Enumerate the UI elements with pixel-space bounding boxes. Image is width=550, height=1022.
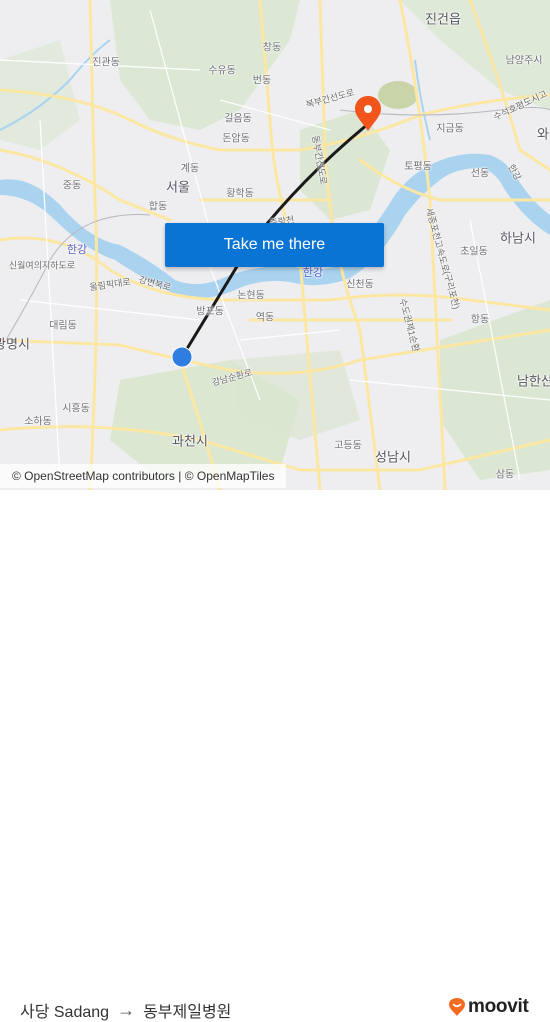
place-label: 황학동 xyxy=(226,188,254,200)
place-label: 방포동 xyxy=(196,306,224,318)
footer: 사당 Sadang → 동부제일병원 moovit xyxy=(0,490,550,1021)
place-label: 진건읍 xyxy=(425,11,461,27)
attribution-text: © OpenStreetMap contributors | © OpenMap… xyxy=(12,469,275,483)
place-label: 계동 xyxy=(180,163,200,175)
take-me-there-button[interactable]: Take me there xyxy=(165,223,384,267)
moovit-pin-icon xyxy=(449,998,465,1016)
place-label: 항동 xyxy=(470,314,490,326)
place-label: 번동 xyxy=(252,75,272,87)
place-label: 논현동 xyxy=(237,290,265,302)
park-area xyxy=(110,0,300,130)
place-label: 초일동 xyxy=(460,246,488,258)
place-label: 합동 xyxy=(148,201,168,213)
map-view[interactable]: 진건읍진관동 창동수유동번동 남양주시길음동돈암동 지금동계동서울황학동 중동합동 토평동… xyxy=(0,0,550,490)
place-label: 중동 xyxy=(62,180,82,192)
place-label: 선동 xyxy=(470,168,490,180)
place-label: 지금동 xyxy=(436,123,464,135)
destination-name: 동부제일병원 xyxy=(143,1004,232,1021)
place-label: 역동 xyxy=(255,312,275,324)
place-label: 돈암동 xyxy=(222,133,250,145)
brand-name: moovit xyxy=(468,996,529,1017)
place-label: 남양주시 xyxy=(505,55,543,67)
place-label: 수유동 xyxy=(208,65,236,77)
place-label: 토평동 xyxy=(404,161,432,173)
place-label: 신천동 xyxy=(346,279,374,291)
place-label: 길음동 xyxy=(224,113,252,125)
place-label: 과천시 xyxy=(172,433,208,449)
place-label: 성남시 xyxy=(375,449,411,465)
place-label: 와 xyxy=(537,126,549,142)
origin-name: 사당 Sadang xyxy=(20,1004,110,1021)
place-label: 하남시 xyxy=(500,230,536,246)
place-label: 창동 xyxy=(262,42,282,54)
moovit-logo[interactable]: moovit xyxy=(448,996,529,1018)
place-label: 남한산 xyxy=(517,373,550,389)
place-label: 대림동 xyxy=(49,320,77,332)
arrow-right-icon: → xyxy=(117,999,136,1020)
place-label: 시흥동 xyxy=(62,403,90,415)
park-area xyxy=(378,81,418,109)
place-label: 한강 xyxy=(66,244,88,256)
place-label: 진관동 xyxy=(92,57,120,69)
map-attribution[interactable]: © OpenStreetMap contributors | © OpenMap… xyxy=(0,464,287,488)
place-label: 서울 xyxy=(166,179,190,195)
place-label: 광명시 xyxy=(0,336,30,352)
place-label: 소하동 xyxy=(24,416,52,428)
origin-marker xyxy=(171,346,193,368)
route-summary: 사당 Sadang → 동부제일병원 xyxy=(20,998,231,1022)
place-label: 고등동 xyxy=(334,440,362,452)
place-label: 삼동 xyxy=(495,469,515,481)
road-label: 신월여의지하도로 xyxy=(8,260,76,271)
